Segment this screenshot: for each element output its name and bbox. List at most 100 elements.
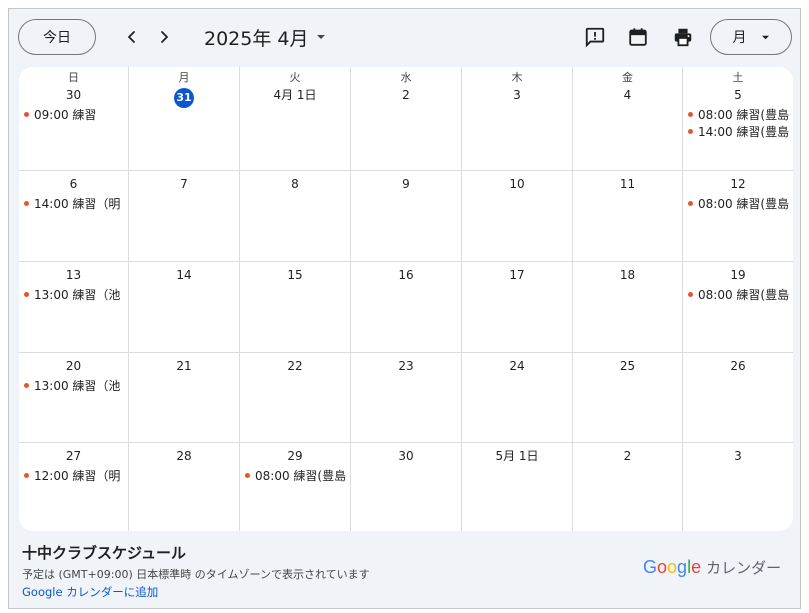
day-number[interactable]: 23 [351,357,461,375]
day-cell[interactable]: 7 [129,171,240,262]
day-cell[interactable]: 5月 1日 [462,443,573,531]
day-number[interactable]: 3 [462,86,572,104]
day-number-wrap: 26 [683,357,793,377]
event-chip[interactable]: 08:00 練習(豊島 [683,286,793,303]
day-cell[interactable]: 23 [351,353,462,443]
day-cell[interactable]: 8 [240,171,351,262]
calendar-view-button[interactable] [625,24,651,50]
day-cell[interactable]: 月 31 [129,67,240,171]
day-number-wrap: 13 [19,266,128,286]
day-cell[interactable]: 19 08:00 練習(豊島 [683,262,793,353]
day-number[interactable]: 5月 1日 [462,447,572,465]
weekday-header: 金 [622,71,633,84]
event-chip[interactable]: 14:00 練習（明 [19,195,128,212]
event-chip[interactable]: 09:00 練習 [19,106,128,123]
day-cell[interactable]: 27 12:00 練習（明 [19,443,129,531]
day-number[interactable]: 18 [573,266,682,284]
day-cell[interactable]: 18 [573,262,683,353]
day-number[interactable]: 14 [129,266,239,284]
day-number[interactable]: 10 [462,175,572,193]
month-title-dropdown[interactable]: 2025年 4月 [204,23,326,51]
weekday-header: 土 [732,71,744,84]
next-month-button[interactable] [150,23,178,51]
day-number[interactable]: 29 [240,447,350,465]
day-cell[interactable]: 日 30 09:00 練習 [19,67,129,171]
day-cell[interactable]: 15 [240,262,351,353]
day-number[interactable]: 22 [240,357,350,375]
day-cell[interactable]: 30 [351,443,462,531]
day-number[interactable]: 13 [19,266,128,284]
day-number[interactable]: 5 [683,86,793,104]
day-cell[interactable]: 9 [351,171,462,262]
day-number[interactable]: 27 [19,447,128,465]
day-number[interactable]: 7 [129,175,239,193]
event-title: 13:00 練習（池 [34,379,121,393]
event-chip[interactable]: 08:00 練習(豊島 [683,106,793,123]
day-cell[interactable]: 29 08:00 練習(豊島 [240,443,351,531]
event-chip[interactable]: 13:00 練習（池 [19,286,128,303]
event-chip[interactable]: 12:00 練習（明 [19,467,128,484]
day-cell[interactable]: 22 [240,353,351,443]
event-title: 14:00 練習（明 [34,197,121,211]
day-cell[interactable]: 3 [683,443,793,531]
day-cell[interactable]: 土 5 08:00 練習(豊島 14:00 練習(豊島 [683,67,793,171]
day-cell[interactable]: 24 [462,353,573,443]
day-number-wrap: 30 [351,447,461,467]
day-cell[interactable]: 10 [462,171,573,262]
event-chip[interactable]: 08:00 練習(豊島 [683,195,793,212]
event-chip[interactable]: 13:00 練習（池 [19,377,128,394]
day-number[interactable]: 26 [683,357,793,375]
day-cell[interactable]: 16 [351,262,462,353]
day-cell[interactable]: 火 4月 1日 [240,67,351,171]
day-number[interactable]: 4 [573,86,682,104]
day-cell[interactable]: 26 [683,353,793,443]
day-cell[interactable]: 金4 [573,67,683,171]
day-number[interactable]: 2 [573,447,682,465]
day-number[interactable]: 11 [573,175,682,193]
day-number[interactable]: 24 [462,357,572,375]
day-number[interactable]: 25 [573,357,682,375]
day-number[interactable]: 3 [683,447,793,465]
day-number[interactable]: 20 [19,357,128,375]
day-number[interactable]: 9 [351,175,461,193]
day-cell[interactable]: 28 [129,443,240,531]
day-cell[interactable]: 11 [573,171,683,262]
month-title: 2025年 4月 [204,27,309,50]
day-number[interactable]: 12 [683,175,793,193]
day-number[interactable]: 30 [19,86,128,104]
event-chip[interactable]: 08:00 練習(豊島 [240,467,350,484]
day-number[interactable]: 8 [240,175,350,193]
day-cell[interactable]: 17 [462,262,573,353]
day-cell[interactable]: 25 [573,353,683,443]
day-number-wrap: 18 [573,266,682,286]
day-cell[interactable]: 14 [129,262,240,353]
day-number[interactable]: 21 [129,357,239,375]
day-cell[interactable]: 木3 [462,67,573,171]
feedback-button[interactable] [582,24,608,50]
day-cell[interactable]: 13 13:00 練習（池 [19,262,129,353]
day-number[interactable]: 19 [683,266,793,284]
event-chip[interactable]: 14:00 練習(豊島 [683,123,793,140]
today-day-number[interactable]: 31 [174,88,194,108]
day-number[interactable]: 28 [129,447,239,465]
day-number[interactable]: 30 [351,447,461,465]
day-number[interactable]: 15 [240,266,350,284]
add-to-google-calendar-link[interactable]: Google カレンダーに追加 [22,584,158,600]
day-number[interactable]: 2 [351,86,461,104]
weekday-header: 木 [511,71,523,84]
day-number[interactable]: 17 [462,266,572,284]
day-number[interactable]: 4月 1日 [240,86,350,104]
day-number[interactable]: 16 [351,266,461,284]
day-cell[interactable]: 2 [573,443,683,531]
day-cell[interactable]: 6 14:00 練習（明 [19,171,129,262]
weekday-header: 水 [400,71,412,84]
day-cell[interactable]: 12 08:00 練習(豊島 [683,171,793,262]
day-cell[interactable]: 水2 [351,67,462,171]
prev-month-button[interactable] [118,23,146,51]
view-selector-button[interactable]: 月 [710,19,792,55]
day-number[interactable]: 6 [19,175,128,193]
today-button[interactable]: 今日 [18,19,96,55]
day-cell[interactable]: 20 13:00 練習（池 [19,353,129,443]
print-button[interactable] [670,24,696,50]
day-cell[interactable]: 21 [129,353,240,443]
